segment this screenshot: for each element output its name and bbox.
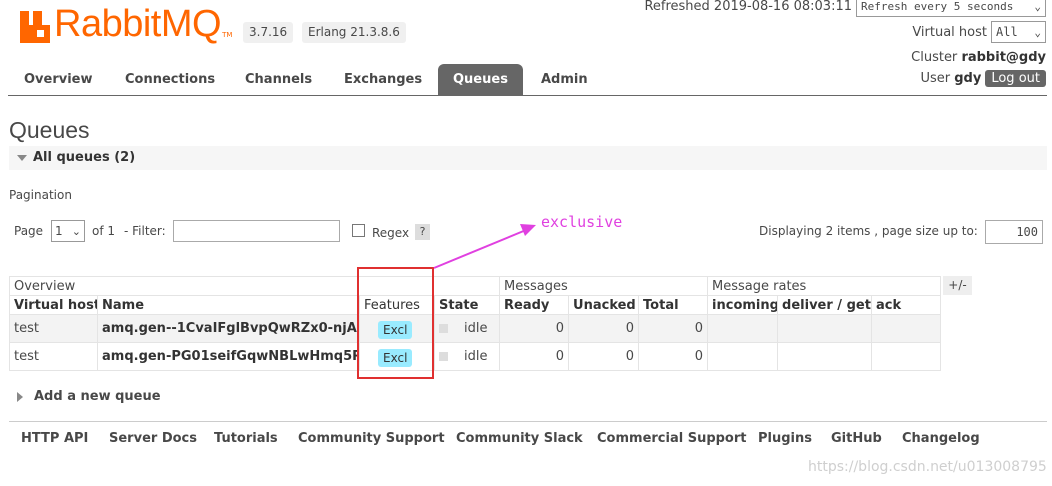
footer-link-http-api[interactable]: HTTP API: [21, 431, 88, 446]
footer-link-server-docs[interactable]: Server Docs: [109, 431, 197, 446]
cell-unacked: 0: [568, 342, 640, 371]
cell-incoming: [707, 342, 779, 371]
regex-help-button[interactable]: ?: [415, 224, 430, 240]
cell-unacked: 0: [568, 314, 640, 343]
cell-state: idle: [433, 342, 501, 371]
cell-total: 0: [638, 314, 709, 343]
col-ready[interactable]: Ready: [499, 295, 570, 315]
col-state[interactable]: State: [433, 295, 501, 315]
vhost-label: Virtual host: [912, 24, 987, 40]
regex-label: Regex: [372, 226, 410, 240]
filter-input[interactable]: [173, 220, 340, 242]
cell-state: idle: [433, 314, 501, 343]
displaying-label: Displaying 2 items , page size up to:: [759, 224, 978, 238]
state-indicator-icon: [439, 324, 448, 333]
tab-channels[interactable]: Channels: [245, 64, 312, 95]
table-group-header: Overview Messages Message rates: [8, 276, 942, 296]
cell-incoming: [707, 314, 779, 343]
cell-total: 0: [638, 342, 709, 371]
footer-link-plugins[interactable]: Plugins: [758, 431, 812, 446]
refresh-interval-value: Refresh every 5 seconds: [861, 0, 1014, 13]
rabbit-logo-icon: [20, 11, 50, 43]
col-name[interactable]: Name: [97, 295, 360, 315]
footer-link-tutorials[interactable]: Tutorials: [214, 431, 278, 446]
features-highlight-box: [357, 267, 434, 379]
section-title: All queues (2): [33, 150, 136, 165]
queue-name-link[interactable]: amq.gen--1CvaIFglBvpQwRZx0-njA: [97, 314, 360, 343]
logo-trademark: TM: [222, 31, 233, 39]
erlang-version-badge: Erlang 21.3.8.6: [302, 22, 406, 43]
watermark: https://blog.csdn.net/u013008795: [808, 459, 1047, 475]
state-text: idle: [464, 349, 488, 364]
col-total[interactable]: Total: [638, 295, 709, 315]
add-queue-label: Add a new queue: [34, 389, 161, 404]
chevron-down-icon: ⌄: [1034, 0, 1041, 13]
page-select[interactable]: 1 ⌄: [51, 220, 85, 242]
cell-deliver-get: [777, 314, 873, 343]
col-virtual-host[interactable]: Virtual host: [9, 295, 98, 315]
col-deliver-get[interactable]: deliver / get: [777, 295, 873, 315]
page-label: Page: [14, 224, 44, 238]
footer-link-changelog[interactable]: Changelog: [902, 431, 980, 446]
tab-admin[interactable]: Admin: [541, 64, 588, 95]
cluster-label: Cluster: [911, 49, 958, 65]
cell-ready: 0: [499, 314, 570, 343]
footer-link-commercial-support[interactable]: Commercial Support: [597, 431, 747, 446]
group-messages: Messages: [499, 276, 709, 296]
main-nav-tabs: Overview Connections Channels Exchanges …: [8, 64, 1047, 96]
page-value: 1: [55, 224, 63, 238]
regex-checkbox[interactable]: [352, 224, 365, 237]
group-message-rates: Message rates: [707, 276, 942, 296]
col-incoming[interactable]: incoming: [707, 295, 779, 315]
footer-link-github[interactable]: GitHub: [831, 431, 882, 446]
tab-queues[interactable]: Queues: [438, 64, 523, 95]
toggle-columns-button[interactable]: +/-: [943, 276, 972, 295]
logo-text: RabbitMQ: [54, 3, 222, 45]
tab-overview[interactable]: Overview: [24, 64, 93, 95]
tab-exchanges[interactable]: Exchanges: [344, 64, 422, 95]
cell-ack: [871, 314, 942, 343]
col-unacked[interactable]: Unacked: [568, 295, 640, 315]
tab-connections[interactable]: Connections: [125, 64, 215, 95]
cell-ready: 0: [499, 342, 570, 371]
exclusive-annotation: exclusive: [541, 213, 623, 231]
rabbitmq-logo: RabbitMQ TM: [20, 3, 232, 43]
footer-link-community-slack[interactable]: Community Slack: [456, 431, 583, 446]
page-count: of 1: [92, 224, 116, 238]
version-badge: 3.7.16: [243, 22, 294, 43]
footer-links: HTTP API Server Docs Tutorials Community…: [9, 421, 1047, 455]
queues-table: Overview Messages Message rates Virtual …: [8, 276, 942, 371]
cell-vhost: test: [9, 314, 98, 343]
refresh-interval-select[interactable]: Refresh every 5 seconds ⌄: [856, 0, 1046, 17]
triangle-right-icon: [17, 392, 23, 402]
state-indicator-icon: [439, 352, 448, 361]
refreshed-timestamp: Refreshed 2019-08-16 08:03:11: [644, 0, 852, 14]
vhost-value: All: [996, 25, 1018, 39]
pagination-controls: Page 1 ⌄ of 1 - Filter: Regex ? Displayi…: [14, 220, 1044, 244]
state-text: idle: [464, 321, 488, 336]
page-title: Queues: [9, 117, 90, 143]
add-queue-section-toggle[interactable]: Add a new queue: [17, 389, 161, 404]
triangle-down-icon: [17, 155, 27, 161]
filter-label: - Filter:: [124, 224, 166, 238]
table-row[interactable]: test amq.gen--1CvaIFglBvpQwRZx0-njA Excl…: [9, 314, 942, 343]
chevron-down-icon: ⌄: [1034, 25, 1041, 39]
all-queues-section-toggle[interactable]: All queues (2): [9, 146, 1047, 170]
cell-deliver-get: [777, 342, 873, 371]
table-row[interactable]: test amq.gen-PG01seifGqwNBLwHmq5PlA Excl…: [9, 342, 942, 371]
cell-ack: [871, 342, 942, 371]
footer-link-community-support[interactable]: Community Support: [298, 431, 445, 446]
table-column-header: Virtual host Name Features State Ready U…: [9, 295, 942, 315]
vhost-select[interactable]: All ⌄: [991, 21, 1046, 43]
pagination-label: Pagination: [9, 188, 72, 202]
queue-name-link[interactable]: amq.gen-PG01seifGqwNBLwHmq5PlA: [97, 342, 360, 371]
page-size-input[interactable]: 100: [985, 220, 1043, 244]
col-ack[interactable]: ack: [871, 295, 942, 315]
chevron-down-icon: ⌄: [71, 224, 81, 238]
cell-vhost: test: [9, 342, 98, 371]
cluster-name: rabbit@gdy: [961, 49, 1046, 65]
